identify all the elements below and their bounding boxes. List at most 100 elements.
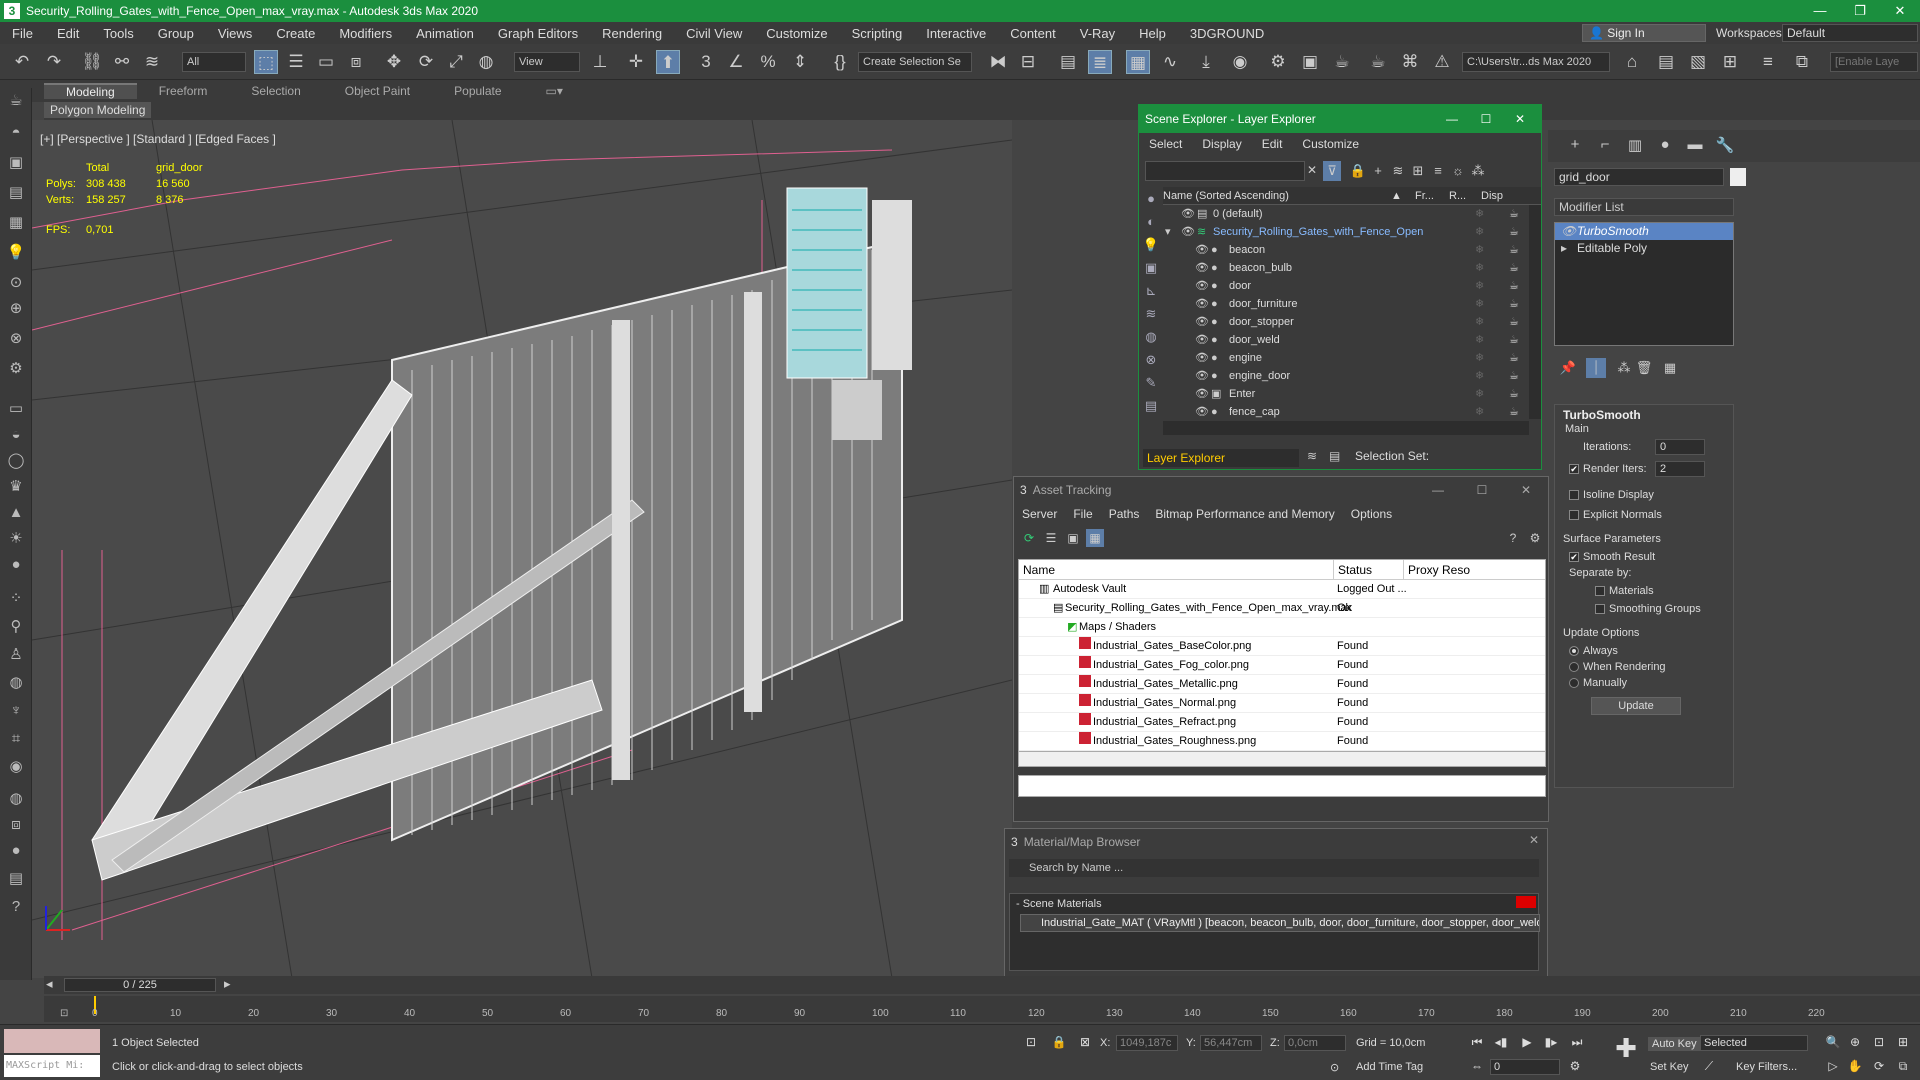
tab-freeform[interactable]: Freeform [137, 84, 230, 98]
helper-icon[interactable]: ⊕ [4, 298, 28, 320]
visibility-eye-icon[interactable]: 👁 [1195, 403, 1209, 419]
col-name[interactable]: Name (Sorted Ascending) [1163, 187, 1289, 205]
orbit-icon[interactable]: ⟳ [1870, 1057, 1888, 1075]
material-editor-icon[interactable]: ◉ [1228, 50, 1252, 74]
hierarchy-icon[interactable]: ⊞ [1409, 161, 1427, 181]
maximize-button[interactable]: ❐ [1840, 0, 1880, 22]
hedra-icon[interactable]: ♛ [4, 476, 28, 498]
menu-civil-view[interactable]: Civil View [674, 26, 754, 41]
visibility-eye-icon[interactable]: 👁 [1195, 295, 1209, 313]
time-slider-handle[interactable]: 0 / 225 [64, 978, 216, 992]
zoom-extents-all-icon[interactable]: ⊞ [1894, 1033, 1912, 1051]
sphere4-icon[interactable]: ● [4, 840, 28, 862]
tab-selection[interactable]: Selection [229, 84, 322, 98]
selection-set-toggle-icon[interactable]: ▤ [1329, 449, 1340, 463]
sphere-icon[interactable]: ◓ [4, 122, 28, 144]
object-row[interactable]: 👁 ● beacon_bulb ❄ ☕ [1163, 259, 1529, 277]
menu-views[interactable]: Views [206, 26, 264, 41]
render-cloud-icon[interactable]: ⌘ [1398, 50, 1422, 74]
light-icon[interactable]: 💡 [4, 242, 28, 264]
object-row[interactable]: 👁 ● engine_door ❄ ☕ [1163, 367, 1529, 385]
render-teapot-icon[interactable]: ☕ [1509, 331, 1519, 349]
menu-create[interactable]: Create [264, 26, 327, 41]
manually-radio[interactable] [1569, 678, 1579, 689]
maxscript-mini-listener[interactable]: MAXScript Mi: [4, 1055, 100, 1077]
select-object-icon[interactable]: ⬚ [254, 50, 278, 74]
biped-icon[interactable]: ♙ [4, 644, 28, 666]
explicit-normals-checkbox[interactable] [1569, 510, 1579, 521]
asset-row[interactable]: Industrial_Gates_Refract.png Found [1019, 713, 1545, 732]
freeze-icon[interactable]: ❄ [1475, 349, 1484, 367]
menu-scripting[interactable]: Scripting [840, 26, 915, 41]
ribbon-options-icon[interactable]: ▭▾ [524, 84, 585, 98]
perspective-viewport[interactable]: [+] [Perspective ] [Standard ] [Edged Fa… [32, 120, 1012, 978]
utilities-tab-icon[interactable]: 🔧 [1714, 136, 1736, 156]
systems-icon[interactable]: ⚙ [4, 358, 28, 380]
workspace-dropdown[interactable]: Default [1782, 24, 1918, 42]
toggle-layer-explorer-icon[interactable]: ≣ [1088, 50, 1112, 74]
layers-toggle-icon[interactable]: ≋ [1307, 449, 1317, 463]
visibility-eye-icon[interactable]: 👁 [1195, 331, 1209, 349]
teapot-icon[interactable]: ☕ [4, 90, 28, 112]
camera-icon[interactable]: ⊙ [4, 272, 28, 294]
menu-3dground[interactable]: 3DGROUND [1178, 26, 1276, 41]
object-row[interactable]: 👁 ● beacon ❄ ☕ [1163, 241, 1529, 259]
y-coordinate-field[interactable]: 56,447cm [1200, 1035, 1262, 1051]
asset-row[interactable]: Industrial_Gates_BaseColor.png Found [1019, 637, 1545, 656]
lock-icon[interactable]: 🔒 [1349, 161, 1367, 181]
display-groups-icon[interactable]: ◍ [1139, 325, 1163, 348]
scene-materials-header[interactable]: - Scene Materials [1010, 894, 1538, 914]
iterations-spinner[interactable]: 0 [1655, 439, 1705, 455]
freeze-icon[interactable]: ❄ [1475, 259, 1484, 277]
display-geometry-icon[interactable]: ● [1139, 187, 1163, 210]
warning-icon[interactable]: ⚠ [1430, 50, 1454, 74]
visibility-eye-icon[interactable]: 👁 [1195, 385, 1209, 403]
current-frame-field[interactable]: 0 [1490, 1059, 1560, 1075]
time-tag-icon[interactable]: ⊙ [1330, 1061, 1339, 1074]
x-coordinate-field[interactable]: 1049,187c [1116, 1035, 1178, 1051]
plane-icon[interactable]: ▤ [4, 182, 28, 204]
prev-frame-icon[interactable]: ◂ [46, 976, 53, 992]
object-color-swatch[interactable] [1730, 168, 1746, 186]
se-horizontal-scrollbar[interactable] [1163, 421, 1529, 435]
display-xrefs-icon[interactable]: ⊗ [1139, 348, 1163, 371]
toggle-ribbon-icon[interactable]: ▦ [1126, 50, 1150, 74]
sort-asc-icon[interactable]: ▲ [1391, 187, 1402, 205]
se-maximize-button[interactable]: ☐ [1469, 105, 1503, 133]
render-teapot-icon[interactable]: ☕ [1509, 241, 1519, 259]
col-frozen[interactable]: Fr... [1415, 187, 1434, 205]
materials-checkbox[interactable] [1595, 586, 1605, 597]
zoom-all-icon[interactable]: ⊕ [1846, 1033, 1864, 1051]
key-filters-button[interactable]: Key Filters... [1736, 1061, 1797, 1073]
se-menu-select[interactable]: Select [1139, 137, 1192, 151]
menu-rendering[interactable]: Rendering [590, 26, 674, 41]
menu-graph-editors[interactable]: Graph Editors [486, 26, 590, 41]
torus-icon[interactable]: ◯ [4, 450, 28, 472]
object-row[interactable]: 👁 ▣ Enter ❄ ☕ [1163, 385, 1529, 403]
render-teapot-icon[interactable]: ☕ [1509, 349, 1519, 367]
next-key-icon[interactable]: ▮▸ [1542, 1033, 1560, 1051]
set-key-button[interactable]: Set Key [1650, 1061, 1689, 1073]
render-setup-icon[interactable]: ⚙ [1266, 50, 1290, 74]
object-row[interactable]: 👁 ● fence_cap ❄ ☕ [1163, 403, 1529, 419]
menu-interactive[interactable]: Interactive [914, 26, 998, 41]
hair-icon[interactable]: ♆ [4, 700, 28, 722]
add-time-tag[interactable]: Add Time Tag [1356, 1061, 1423, 1073]
at-maximize-button[interactable]: ☐ [1460, 477, 1504, 503]
table-view-icon[interactable]: ▦ [1086, 529, 1104, 547]
remove-modifier-icon[interactable]: 🗑 [1634, 358, 1654, 378]
asset-row[interactable]: ▤ Security_Rolling_Gates_with_Fence_Open_… [1019, 599, 1545, 618]
visibility-eye-icon[interactable]: 👁 [1195, 277, 1209, 295]
rect-selection-icon[interactable]: ▭ [314, 50, 338, 74]
mirror-icon[interactable]: ⧓ [986, 50, 1010, 74]
play-icon[interactable]: ▶ [1518, 1033, 1536, 1051]
modifier-list-dropdown[interactable]: Modifier List [1554, 198, 1734, 216]
freeze-icon[interactable]: ❄ [1475, 385, 1484, 403]
object-row[interactable]: 👁 ● engine ❄ ☕ [1163, 349, 1529, 367]
at-close-button[interactable]: ✕ [1504, 477, 1548, 503]
se-menu-display[interactable]: Display [1192, 137, 1251, 151]
asset-row[interactable]: Industrial_Gates_Fog_color.png Found [1019, 656, 1545, 675]
display-lights-icon[interactable]: 💡 [1139, 233, 1163, 256]
freeze-icon[interactable]: ❄ [1475, 277, 1484, 295]
smoothing-groups-checkbox[interactable] [1595, 604, 1605, 615]
